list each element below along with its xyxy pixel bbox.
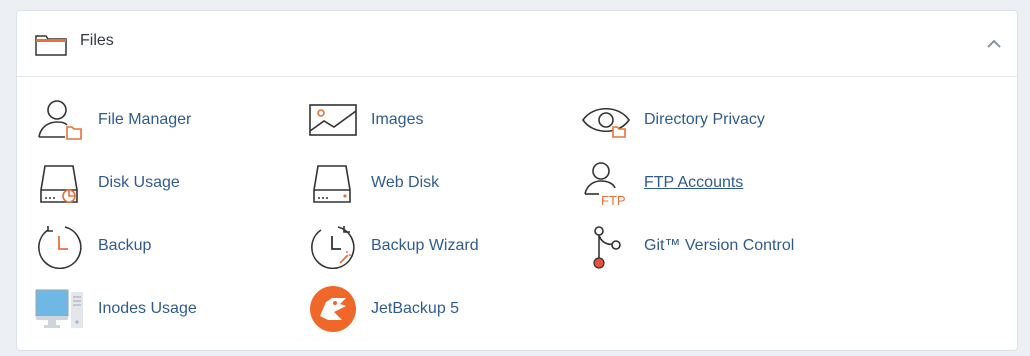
item-label: Inodes Usage — [98, 300, 197, 317]
chevron-up-icon[interactable] — [983, 35, 1005, 53]
inodes-usage-icon — [35, 289, 83, 328]
item-label: Web Disk — [371, 174, 440, 191]
item-label: File Manager — [98, 111, 192, 128]
disk-usage-link[interactable]: Disk Usage — [35, 160, 295, 206]
web-disk-link[interactable]: Web Disk — [308, 160, 568, 206]
git-version-control-link[interactable]: Git™ Version Control — [581, 223, 841, 269]
web-disk-icon — [313, 165, 351, 203]
item-label: JetBackup 5 — [371, 300, 460, 317]
backup-wizard-icon — [311, 226, 355, 269]
directory-privacy-icon — [582, 107, 630, 138]
jetbackup-icon — [310, 286, 356, 332]
directory-privacy-link[interactable]: Directory Privacy — [581, 97, 841, 143]
item-label: Backup — [98, 237, 152, 254]
backup-link[interactable]: Backup — [35, 223, 295, 269]
images-icon — [309, 104, 357, 136]
git-version-control-icon — [593, 226, 621, 269]
files-panel-header[interactable]: Files — [17, 11, 1017, 77]
item-label: Disk Usage — [98, 174, 180, 191]
item-label: Directory Privacy — [644, 111, 765, 128]
disk-usage-icon — [40, 165, 78, 203]
files-panel: Files File Manager Images Directory Priv… — [16, 10, 1018, 351]
ftp-accounts-icon: FTP — [584, 162, 626, 206]
item-label: Git™ Version Control — [644, 237, 795, 254]
jetbackup-link[interactable]: JetBackup 5 — [308, 286, 568, 332]
file-manager-link[interactable]: File Manager — [35, 97, 295, 143]
ftp-icon-text: FTP — [601, 193, 626, 206]
item-label: Images — [371, 111, 424, 128]
ftp-accounts-link[interactable]: FTP FTP Accounts — [581, 160, 841, 206]
backup-wizard-link[interactable]: Backup Wizard — [308, 223, 568, 269]
section-title: Files — [80, 32, 114, 49]
inodes-usage-link[interactable]: Inodes Usage — [35, 286, 295, 332]
file-manager-icon — [38, 100, 82, 140]
item-label: Backup Wizard — [371, 237, 479, 254]
images-link[interactable]: Images — [308, 97, 568, 143]
backup-icon — [38, 226, 82, 269]
folder-icon — [35, 35, 67, 56]
item-label: FTP Accounts — [644, 174, 744, 191]
